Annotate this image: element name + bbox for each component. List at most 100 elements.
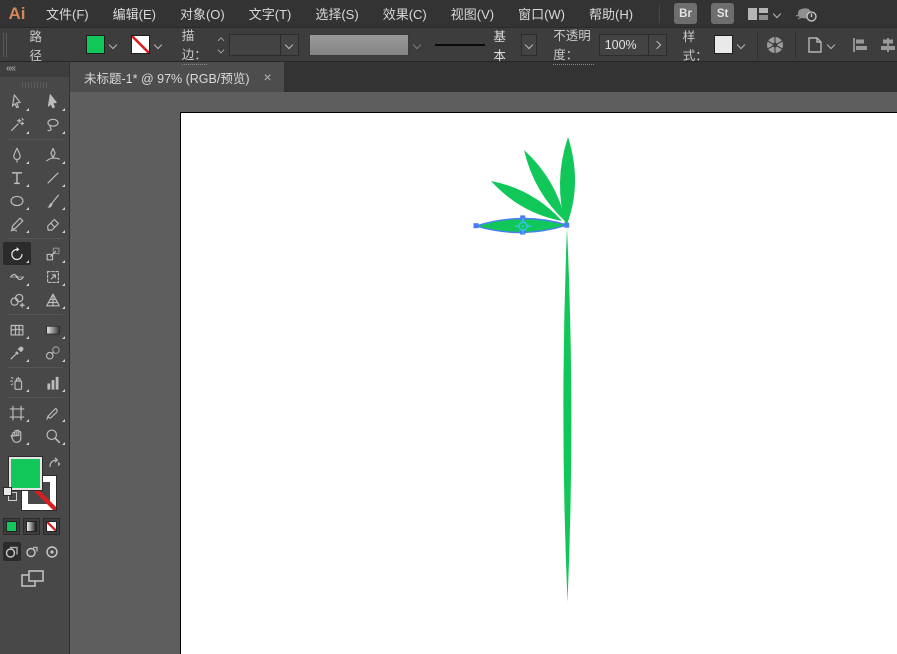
tab-close-icon[interactable]: × (264, 70, 272, 84)
shaper-tool[interactable] (3, 212, 31, 235)
anchor-point[interactable] (564, 222, 570, 228)
width-tool[interactable] (3, 265, 31, 288)
menu-item[interactable]: 编辑(E) (101, 0, 168, 27)
workspace-switcher[interactable] (748, 7, 781, 21)
curvature-tool[interactable] (39, 143, 67, 166)
brush-definition-dropdown-button[interactable] (521, 33, 538, 56)
ellipse-tool[interactable] (3, 189, 31, 212)
gradient-tool[interactable] (39, 318, 67, 341)
stroke-weight-stepper[interactable] (217, 35, 225, 54)
document-tab-title: 未标题-1* @ 97% (RGB/预览) (84, 71, 250, 86)
style-control[interactable] (710, 33, 749, 56)
gradient-button[interactable] (23, 518, 40, 535)
none-button[interactable] (43, 518, 60, 535)
chevron-down-icon (109, 41, 117, 49)
stock-button[interactable]: St (711, 3, 735, 24)
tools-panel-grip[interactable] (21, 82, 48, 88)
menu-item[interactable]: 视图(V) (439, 0, 506, 27)
line-segment-tool[interactable] (39, 166, 67, 189)
direct-selection-icon (47, 93, 57, 108)
mesh-tool[interactable] (3, 318, 31, 341)
canvas-area[interactable] (70, 92, 897, 654)
stem[interactable] (563, 228, 572, 602)
bamboo-artwork[interactable] (70, 92, 897, 654)
opacity-label[interactable]: 不透明度： (553, 25, 594, 65)
stepper-down-icon[interactable] (218, 47, 224, 53)
scale-tool[interactable] (39, 242, 67, 265)
illustrator-logo: Ai (8, 3, 26, 23)
perspective-grid-tool[interactable] (39, 288, 67, 311)
align-horizontal-left-button[interactable] (851, 36, 869, 54)
options-separator (795, 31, 796, 58)
opacity-dropdown-button[interactable] (648, 33, 667, 56)
menu-item[interactable]: 文字(T) (237, 0, 304, 27)
fill-color-control[interactable] (82, 33, 121, 56)
brush-definition-control[interactable]: 基本 (434, 26, 538, 64)
artboard-tool[interactable] (3, 401, 31, 424)
stroke-weight-value[interactable] (228, 33, 281, 56)
lasso-tool[interactable] (39, 113, 67, 136)
tool-row (3, 265, 67, 288)
menu-item[interactable]: 选择(S) (303, 0, 370, 27)
brush-stroke-preview (434, 43, 486, 46)
zoom-icon (45, 428, 60, 443)
change-screen-mode-button[interactable] (20, 568, 46, 595)
tool-row (3, 401, 67, 424)
draw-behind-button[interactable] (23, 542, 41, 561)
opacity-control[interactable]: 100% (598, 33, 667, 56)
zoom-tool[interactable] (39, 424, 67, 447)
anchor-point[interactable] (473, 223, 479, 229)
selection-tool[interactable] (3, 90, 31, 113)
column-graph-tool[interactable] (39, 371, 67, 394)
menu-item[interactable]: 效果(C) (371, 0, 439, 27)
recolor-artwork-button[interactable] (765, 35, 785, 55)
menu-item[interactable]: 帮助(H) (577, 0, 645, 27)
shape-builder-tool[interactable] (3, 288, 31, 311)
tool-row (3, 189, 67, 212)
menu-item[interactable]: 窗口(W) (506, 0, 577, 27)
stroke-weight-dropdown[interactable] (228, 33, 299, 56)
selection-icon (11, 93, 21, 108)
draw-normal-button[interactable] (3, 542, 21, 561)
slice-tool[interactable] (39, 401, 67, 424)
direct-selection-tool[interactable] (39, 90, 67, 113)
menu-item[interactable]: 文件(F) (34, 0, 101, 27)
stroke-weight-dropdown-button[interactable] (280, 33, 299, 56)
tool-row (3, 113, 67, 136)
style-swatch[interactable] (713, 35, 733, 54)
stepper-up-icon[interactable] (218, 36, 224, 42)
tool-row (3, 212, 67, 235)
type-tool[interactable] (3, 166, 31, 189)
document-tab[interactable]: 未标题-1* @ 97% (RGB/预览) × (70, 62, 284, 92)
bridge-button[interactable]: Br (674, 3, 698, 24)
options-bar-grip[interactable] (3, 32, 8, 57)
gradient-button-swatch (26, 521, 37, 532)
gpu-performance-icon[interactable] (795, 5, 819, 23)
tools-panel-collapse[interactable]: «« (0, 62, 69, 77)
blend-tool[interactable] (39, 341, 67, 364)
eraser-tool[interactable] (39, 212, 67, 235)
default-fill-stroke-icon[interactable] (3, 487, 17, 501)
free-transform-tool[interactable] (39, 265, 67, 288)
eyedropper-tool[interactable] (3, 341, 31, 364)
stroke-weight-label[interactable]: 描边： (181, 25, 207, 65)
fill-color-swatch[interactable] (85, 35, 105, 54)
none-button-swatch (46, 521, 57, 532)
hand-tool[interactable] (3, 424, 31, 447)
color-button[interactable] (3, 518, 20, 535)
blend-icon (45, 345, 60, 360)
fill-swatch[interactable] (8, 456, 43, 491)
document-setup-button[interactable] (806, 35, 835, 55)
menu-item[interactable]: 对象(O) (168, 0, 237, 27)
rotate-tool[interactable] (2, 242, 31, 265)
symbol-sprayer-tool[interactable] (3, 371, 31, 394)
swap-fill-stroke-icon[interactable] (47, 456, 61, 475)
stroke-color-control[interactable] (127, 33, 166, 56)
magic-wand-tool[interactable] (3, 113, 31, 136)
stroke-none-swatch[interactable] (130, 35, 150, 54)
draw-inside-button[interactable] (43, 542, 61, 561)
paintbrush-tool[interactable] (39, 189, 67, 212)
align-horizontal-center-button[interactable] (879, 36, 897, 54)
opacity-value[interactable]: 100% (598, 33, 649, 56)
pen-tool[interactable] (3, 143, 31, 166)
